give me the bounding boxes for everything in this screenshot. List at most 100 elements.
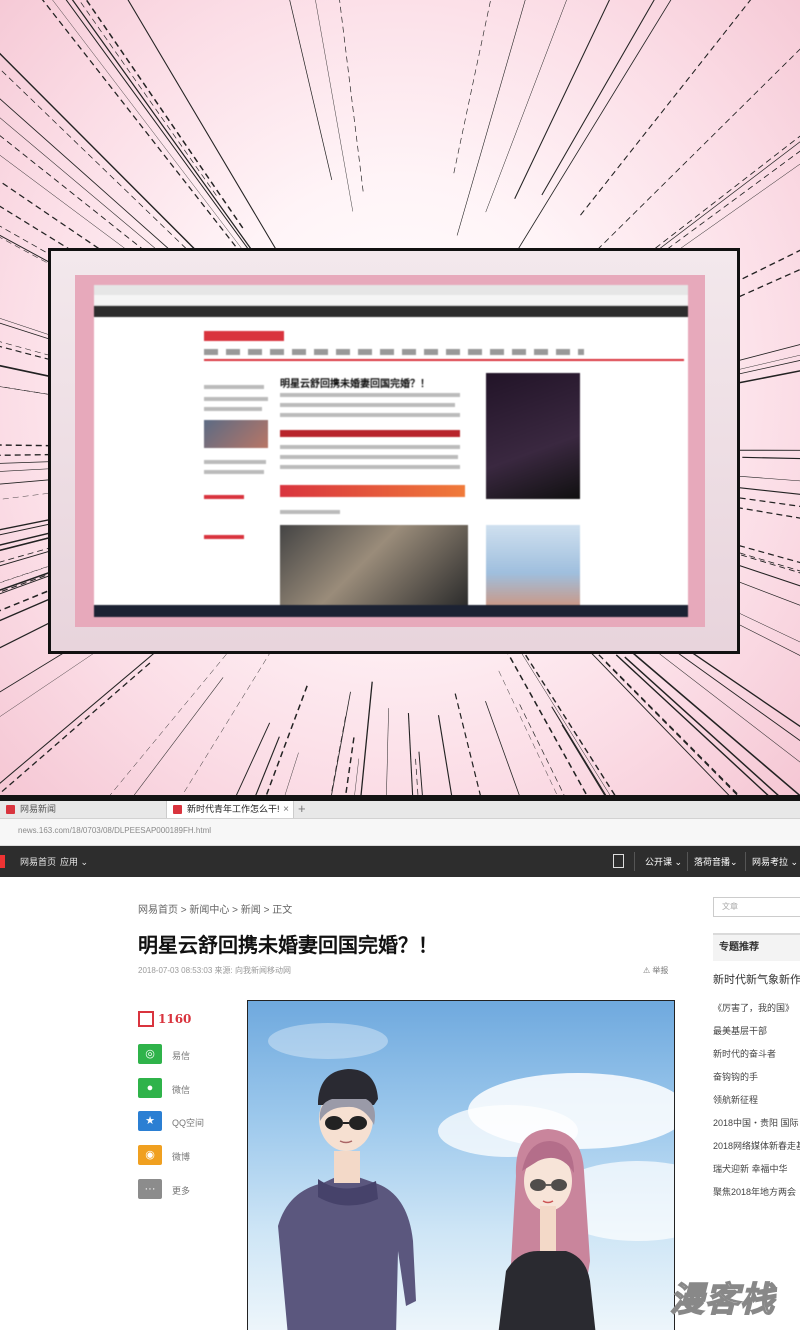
topic-link[interactable]: 最美基层干部 <box>713 1024 767 1037</box>
report-link[interactable]: ⚠ 举报 <box>643 965 668 976</box>
weibo-icon: ◉ <box>138 1145 162 1165</box>
topic-link[interactable]: 2018网络媒体新春走基 <box>713 1139 800 1152</box>
speed-line <box>418 751 423 795</box>
wechat-icon: ● <box>138 1078 162 1098</box>
speed-line <box>315 0 354 212</box>
speed-line <box>41 0 236 247</box>
netease-favicon-icon <box>173 805 182 814</box>
speed-line <box>453 0 491 174</box>
screen-ad-banner <box>280 485 465 497</box>
screen-text-line <box>280 413 460 417</box>
screen-headline: 明星云舒回携未婚妻回国完婚？！ <box>280 379 430 390</box>
speed-line <box>0 662 151 795</box>
speed-line <box>109 646 233 795</box>
comment-icon[interactable] <box>138 1011 154 1027</box>
speed-line <box>330 716 346 795</box>
screen-video-thumbnail <box>486 373 580 499</box>
topic-link[interactable]: 聚焦2018年地方两会 <box>713 1185 796 1198</box>
screen-url-bar <box>94 295 688 306</box>
new-tab-button[interactable]: + <box>298 801 306 817</box>
nav-apps-menu[interactable]: 应用 ⌄ <box>60 855 88 868</box>
tab-bar: 网易新闻 新时代青年工作怎么干! × + <box>0 801 800 819</box>
screen-photo <box>280 525 468 605</box>
tab-label: 网易新闻 <box>20 804 57 814</box>
netease-favicon-icon <box>6 805 15 814</box>
speed-line <box>456 0 526 236</box>
topic-link[interactable]: 领航新征程 <box>713 1093 758 1106</box>
speed-line <box>629 163 800 285</box>
screen-text-line <box>204 385 264 389</box>
speed-line <box>561 724 606 795</box>
screen-text-line <box>280 465 460 469</box>
article-meta: 2018-07-03 08:53:03 来源: 向我新闻移动网 <box>138 966 291 975</box>
nav-separator <box>745 852 746 871</box>
speed-line <box>284 752 299 795</box>
screen-menu <box>204 349 584 355</box>
screen-text-line <box>280 393 460 397</box>
speed-line <box>133 677 224 795</box>
speed-line <box>289 0 333 180</box>
tab-netease-news[interactable]: 网易新闻 <box>0 801 165 818</box>
speed-line <box>85 0 244 229</box>
share-label: 微博 <box>172 1152 191 1162</box>
screen-text-line <box>280 445 460 449</box>
share-label: 更多 <box>172 1186 191 1196</box>
computer-monitor: 明星云舒回携未婚妻回国完婚？！ <box>48 248 740 654</box>
speed-line <box>0 52 211 265</box>
screen-text-line <box>280 403 455 407</box>
address-bar[interactable]: news.163.com/18/0703/08/DLPEESAP000189FH… <box>0 819 800 846</box>
search-input[interactable]: 文章 <box>713 897 800 917</box>
nav-separator <box>687 852 688 871</box>
topic-link[interactable]: 2018中国・贵阳 国际 <box>713 1116 799 1129</box>
yixin-icon: ◎ <box>138 1044 162 1064</box>
share-label: 微信 <box>172 1085 191 1095</box>
speed-line <box>605 662 738 795</box>
nav-kaola[interactable]: 网易考拉 ⌄ <box>752 855 798 868</box>
nav-music[interactable]: 落荷音播⌄ <box>694 855 738 868</box>
share-label: 易信 <box>172 1051 191 1061</box>
screen-text-line <box>280 455 458 459</box>
screen-divider <box>204 359 684 361</box>
speed-line <box>742 456 800 460</box>
topic-main-link[interactable]: 新时代新气象新作 <box>713 971 800 987</box>
screen-text-line <box>204 460 266 464</box>
more-icon: ··· <box>138 1179 162 1199</box>
speed-line <box>339 0 364 192</box>
nav-home-link[interactable]: 网易首页 <box>20 855 56 868</box>
screen-text-line <box>204 470 264 474</box>
url-text[interactable]: news.163.com/18/0703/08/DLPEESAP000189FH… <box>18 826 211 835</box>
speed-line <box>354 758 360 795</box>
speed-line <box>344 737 355 795</box>
speed-line <box>65 0 265 271</box>
speed-line <box>514 0 610 200</box>
speed-line <box>0 68 208 270</box>
qzone-icon: ★ <box>138 1111 162 1131</box>
speed-line <box>519 704 565 795</box>
speed-line <box>454 693 481 795</box>
speed-line <box>52 0 265 279</box>
speed-line <box>360 681 373 795</box>
breadcrumb[interactable]: 网易首页 > 新闻中心 > 新闻 > 正文 <box>138 901 292 916</box>
mobile-icon[interactable] <box>613 854 624 868</box>
netease-logo-icon[interactable] <box>0 855 5 868</box>
tab-active-article[interactable]: 新时代青年工作怎么干! × <box>166 801 294 818</box>
screen-text-line <box>280 510 340 514</box>
topic-heading: 专题推荐 <box>713 933 800 961</box>
nav-separator <box>634 852 635 871</box>
screen-site-logo <box>204 331 284 341</box>
speed-line <box>407 713 414 795</box>
topic-link[interactable]: 奋钩钩的手 <box>713 1070 758 1083</box>
nav-open-course[interactable]: 公开课 ⌄ <box>645 855 682 868</box>
topic-link[interactable]: 新时代的奋斗者 <box>713 1047 776 1060</box>
article-title: 明星云舒回携未婚妻回国完婚？！ <box>138 933 438 957</box>
monitor-bezel: 明星云舒回携未婚妻回国完婚？！ <box>75 275 705 627</box>
topic-link[interactable]: 瑞犬迎新 幸福中华 <box>713 1162 788 1175</box>
speed-line <box>182 633 283 795</box>
watermark-logo: 漫客栈 <box>669 1279 775 1321</box>
close-tab-icon[interactable]: × <box>283 801 289 818</box>
comment-count[interactable]: 1160 <box>158 1012 191 1026</box>
site-nav-bar: 网易首页 应用 ⌄ 公开课 ⌄ 落荷音播⌄ 网易考拉 ⌄ <box>0 846 800 877</box>
speed-line <box>516 0 672 253</box>
topic-link[interactable]: 《厉害了，我的国》 <box>713 1001 794 1014</box>
screen-side-image <box>204 420 268 448</box>
